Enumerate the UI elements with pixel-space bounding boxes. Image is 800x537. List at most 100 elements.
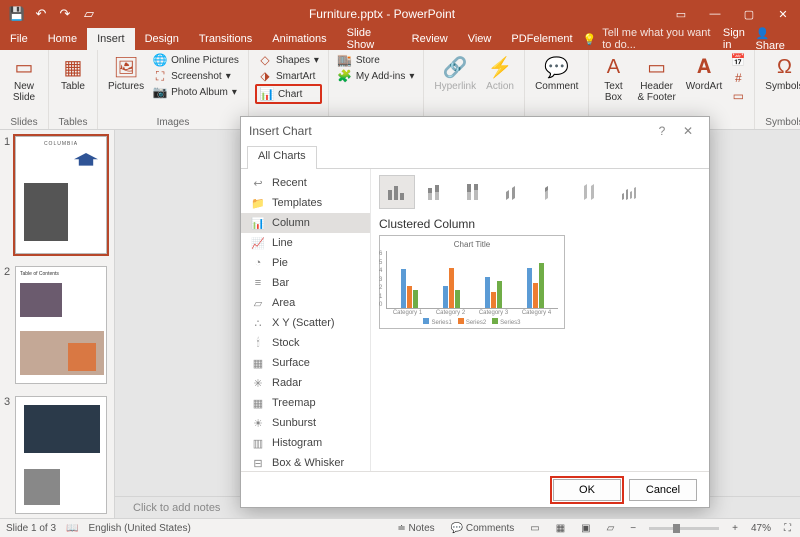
shapes-button[interactable]: ◇Shapes ▾ bbox=[255, 52, 322, 68]
zoom-in-icon[interactable]: + bbox=[729, 523, 741, 534]
statusbar: Slide 1 of 3 📖 English (United States) ≐… bbox=[0, 518, 800, 537]
smartart-button[interactable]: ⬗SmartArt bbox=[255, 68, 322, 84]
signin-link[interactable]: Sign in bbox=[723, 27, 750, 51]
ok-button[interactable]: OK bbox=[553, 479, 621, 501]
tab-view[interactable]: View bbox=[458, 28, 502, 50]
date-button[interactable]: 📅 bbox=[728, 52, 748, 68]
chart-type-box-whisker[interactable]: ⊟Box & Whisker bbox=[241, 453, 370, 471]
online-pictures-icon: 🌐 bbox=[153, 53, 167, 67]
zoom-slider[interactable] bbox=[649, 527, 719, 530]
smartart-icon: ⬗ bbox=[258, 69, 272, 83]
chart-type-surface[interactable]: ▦Surface bbox=[241, 353, 370, 373]
chart-type-x-y-scatter-[interactable]: ∴X Y (Scatter) bbox=[241, 313, 370, 333]
tab-transitions[interactable]: Transitions bbox=[189, 28, 262, 50]
slide-indicator[interactable]: Slide 1 of 3 bbox=[6, 523, 56, 534]
my-addins-button[interactable]: 🧩My Add-ins ▾ bbox=[335, 68, 418, 84]
tab-slideshow[interactable]: Slide Show bbox=[337, 28, 402, 50]
notes-toggle[interactable]: ≐ Notes bbox=[394, 523, 437, 534]
share-button[interactable]: 👤 Share bbox=[756, 27, 793, 52]
tell-me-search[interactable]: Tell me what you want to do... bbox=[602, 27, 717, 51]
minimize-icon[interactable]: ― bbox=[698, 0, 732, 28]
slidenum-button[interactable]: # bbox=[728, 70, 748, 86]
chevron-down-icon: ▾ bbox=[409, 71, 414, 82]
action-icon: ⚡ bbox=[487, 54, 513, 80]
screenshot-button[interactable]: ⛶Screenshot ▾ bbox=[150, 68, 242, 84]
subtype-3d-clustered[interactable] bbox=[496, 175, 532, 209]
tab-pdfelement[interactable]: PDFelement bbox=[501, 28, 582, 50]
chart-type-line[interactable]: 📈Line bbox=[241, 233, 370, 253]
tab-animations[interactable]: Animations bbox=[262, 28, 336, 50]
chart-type-templates[interactable]: 📁Templates bbox=[241, 193, 370, 213]
maximize-icon[interactable]: ▢ bbox=[732, 0, 766, 28]
cancel-button[interactable]: Cancel bbox=[629, 479, 697, 501]
photo-album-button[interactable]: 📷Photo Album ▾ bbox=[150, 84, 242, 100]
store-button[interactable]: 🏬Store bbox=[335, 52, 418, 68]
slide-thumbnail-panel: 1 COLUMBIA 2 Table of Contents bbox=[0, 130, 115, 518]
chart-type-column[interactable]: 📊Column bbox=[241, 213, 370, 233]
online-pictures-button[interactable]: 🌐Online Pictures bbox=[150, 52, 242, 68]
start-slideshow-icon[interactable]: ▱ bbox=[78, 3, 100, 25]
group-label: Images bbox=[104, 116, 242, 129]
subtype-3d-column[interactable] bbox=[613, 175, 649, 209]
table-button[interactable]: ▦Table bbox=[55, 52, 91, 94]
reading-view-icon[interactable]: ▣ bbox=[578, 523, 593, 534]
chart-subtype-row bbox=[379, 175, 701, 209]
symbols-button[interactable]: ΩSymbols bbox=[761, 52, 800, 94]
tab-all-charts[interactable]: All Charts bbox=[247, 146, 317, 169]
close-icon[interactable]: ✕ bbox=[675, 121, 701, 141]
chart-type-treemap[interactable]: ▦Treemap bbox=[241, 393, 370, 413]
subtype-clustered-column[interactable] bbox=[379, 175, 415, 209]
undo-icon[interactable]: ↶ bbox=[30, 3, 52, 25]
dialog-title: Insert Chart bbox=[249, 124, 312, 138]
chart-type-sunburst[interactable]: ☀Sunburst bbox=[241, 413, 370, 433]
tab-home[interactable]: Home bbox=[38, 28, 87, 50]
ribbon-options-icon[interactable]: ▭ bbox=[664, 0, 698, 28]
subtype-stacked-column[interactable] bbox=[418, 175, 454, 209]
sorter-view-icon[interactable]: ▦ bbox=[553, 523, 568, 534]
chart-type-recent[interactable]: ↩Recent bbox=[241, 173, 370, 193]
chart-type-icon: ▦ bbox=[251, 356, 265, 370]
subtype-3d-stacked[interactable] bbox=[535, 175, 571, 209]
slide-thumbnail-1[interactable]: COLUMBIA bbox=[15, 136, 107, 254]
chart-type-stock[interactable]: 🕯Stock bbox=[241, 333, 370, 353]
slide-thumbnail-3[interactable] bbox=[15, 396, 107, 514]
new-slide-button[interactable]: ▭New Slide bbox=[6, 52, 42, 105]
slide-thumbnail-2[interactable]: Table of Contents bbox=[15, 266, 107, 384]
chart-type-area[interactable]: ▱Area bbox=[241, 293, 370, 313]
header-footer-button[interactable]: ▭Header & Footer bbox=[633, 52, 679, 105]
tab-file[interactable]: File bbox=[0, 28, 38, 50]
help-icon[interactable]: ? bbox=[649, 121, 675, 141]
chart-type-pie[interactable]: ◔Pie bbox=[241, 253, 370, 273]
tab-design[interactable]: Design bbox=[135, 28, 189, 50]
comments-toggle[interactable]: 💬 Comments bbox=[448, 523, 518, 534]
language-indicator[interactable]: English (United States) bbox=[89, 523, 191, 534]
save-icon[interactable]: 💾 bbox=[6, 3, 28, 25]
tab-review[interactable]: Review bbox=[402, 28, 458, 50]
number-icon: # bbox=[731, 71, 745, 85]
wordart-button[interactable]: 𝐀WordArt bbox=[682, 52, 727, 94]
normal-view-icon[interactable]: ▭ bbox=[527, 523, 542, 534]
zoom-out-icon[interactable]: − bbox=[627, 523, 639, 534]
action-button[interactable]: ⚡Action bbox=[482, 52, 518, 94]
textbox-button[interactable]: AText Box bbox=[595, 52, 631, 105]
tab-insert[interactable]: Insert bbox=[87, 28, 135, 50]
redo-icon[interactable]: ↷ bbox=[54, 3, 76, 25]
close-icon[interactable]: ✕ bbox=[766, 0, 800, 28]
group-label: Symbols bbox=[761, 116, 800, 129]
subtype-3d-100[interactable] bbox=[574, 175, 610, 209]
fit-window-icon[interactable]: ⛶ bbox=[781, 523, 794, 534]
spellcheck-icon[interactable]: 📖 bbox=[66, 523, 78, 534]
chart-icon: 📊 bbox=[260, 87, 274, 101]
chart-type-radar[interactable]: ✳Radar bbox=[241, 373, 370, 393]
chart-type-bar[interactable]: ≡Bar bbox=[241, 273, 370, 293]
subtype-100-stacked[interactable] bbox=[457, 175, 493, 209]
lightbulb-icon: 💡 bbox=[583, 33, 597, 46]
hyperlink-button[interactable]: 🔗Hyperlink bbox=[430, 52, 480, 94]
object-button[interactable]: ▭ bbox=[728, 88, 748, 104]
slideshow-view-icon[interactable]: ▱ bbox=[604, 523, 618, 534]
chart-button[interactable]: 📊Chart bbox=[255, 84, 322, 104]
zoom-level[interactable]: 47% bbox=[751, 523, 771, 534]
chart-type-histogram[interactable]: ▥Histogram bbox=[241, 433, 370, 453]
pictures-button[interactable]: 🖼Pictures bbox=[104, 52, 148, 94]
comment-button[interactable]: 💬Comment bbox=[531, 52, 582, 94]
